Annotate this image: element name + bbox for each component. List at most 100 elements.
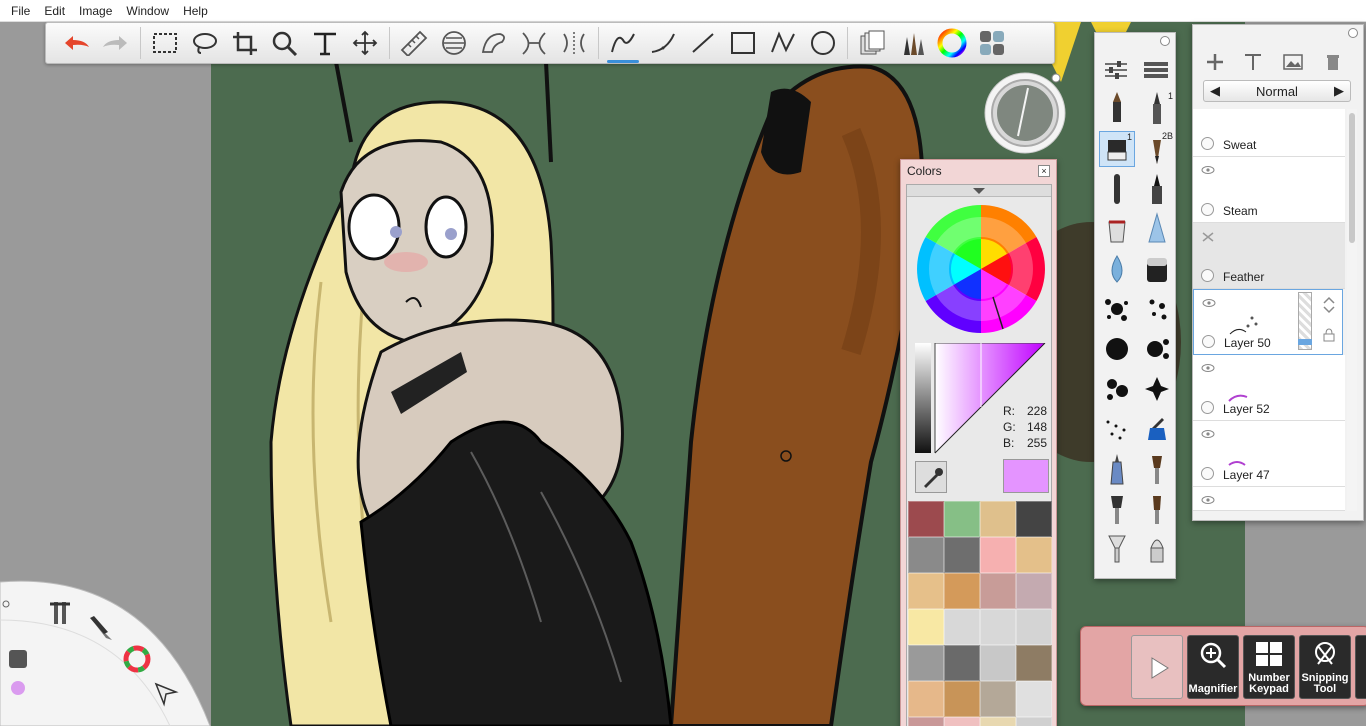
- menu-window[interactable]: Window: [119, 0, 176, 22]
- color-swatch[interactable]: [1016, 573, 1052, 609]
- color-swatch[interactable]: [908, 717, 944, 726]
- magnifier-button[interactable]: [265, 25, 305, 61]
- color-swatch[interactable]: [1016, 501, 1052, 537]
- brush-scatter[interactable]: [1099, 411, 1135, 447]
- color-swatch[interactable]: [980, 681, 1016, 717]
- color-swatch[interactable]: [1016, 717, 1052, 726]
- curve-button[interactable]: [643, 25, 683, 61]
- add-layer-button[interactable]: [1203, 51, 1227, 73]
- undo-button[interactable]: [56, 25, 96, 61]
- brush-fan[interactable]: [1099, 531, 1135, 567]
- brush-paint-bucket[interactable]: [1099, 211, 1135, 247]
- french-curve-button[interactable]: [474, 25, 514, 61]
- color-swatch[interactable]: [980, 501, 1016, 537]
- color-swatch[interactable]: [908, 609, 944, 645]
- delete-layer-button[interactable]: [1321, 51, 1345, 73]
- color-swatch[interactable]: [1016, 645, 1052, 681]
- text-button[interactable]: [305, 25, 345, 61]
- polyline-button[interactable]: [763, 25, 803, 61]
- add-text-layer-button[interactable]: [1241, 51, 1265, 73]
- rectangle-button[interactable]: [723, 25, 763, 61]
- color-swatch[interactable]: [944, 645, 980, 681]
- brush-settings-icon[interactable]: [1101, 57, 1131, 83]
- color-swatch[interactable]: [944, 501, 980, 537]
- opacity-handle[interactable]: [1298, 339, 1312, 345]
- layers-button[interactable]: [852, 25, 892, 61]
- freehand-button[interactable]: [603, 25, 643, 63]
- brush-eraser[interactable]: 1: [1099, 131, 1135, 167]
- color-swatch[interactable]: [1016, 537, 1052, 573]
- collapse-chevron-icon[interactable]: [907, 185, 1051, 197]
- eye-icon[interactable]: [1201, 495, 1215, 505]
- snipping-tool-button[interactable]: Snipping Tool: [1299, 635, 1351, 699]
- layer-select-radio[interactable]: [1201, 401, 1214, 414]
- layer-panel-close-icon[interactable]: [1348, 28, 1358, 38]
- layer-scrollbar-thumb[interactable]: [1349, 113, 1355, 243]
- color-wheel[interactable]: [915, 203, 1047, 335]
- blend-next-icon[interactable]: ▶: [1334, 83, 1344, 99]
- layer-select-radio[interactable]: [1202, 335, 1215, 348]
- color-swatch[interactable]: [1016, 681, 1052, 717]
- brush-marker[interactable]: [1139, 171, 1175, 207]
- brush-pencil[interactable]: [1099, 91, 1135, 127]
- brush-ink-pen[interactable]: 1: [1139, 91, 1175, 127]
- redo-button[interactable]: [96, 25, 136, 61]
- color-swatch[interactable]: [908, 501, 944, 537]
- close-icon[interactable]: ×: [1038, 165, 1050, 177]
- color-swatch[interactable]: [908, 537, 944, 573]
- hidden-eye-icon[interactable]: [1201, 231, 1215, 243]
- circle-button[interactable]: [803, 25, 843, 61]
- layer-row[interactable]: Feather: [1193, 223, 1345, 289]
- brush-airbrush[interactable]: [1099, 171, 1135, 207]
- brush-ink-bottle[interactable]: [1139, 411, 1175, 447]
- rect-select-button[interactable]: [145, 25, 185, 61]
- layer-row[interactable]: Sweat: [1193, 109, 1345, 157]
- lasso-button[interactable]: [185, 25, 225, 61]
- line-button[interactable]: [683, 25, 723, 61]
- brush-filbert[interactable]: [1139, 491, 1175, 527]
- color-swatch[interactable]: [908, 573, 944, 609]
- brush-splatter-1[interactable]: [1099, 291, 1135, 327]
- brush-splatter-5[interactable]: [1099, 371, 1135, 407]
- brush-sharpen[interactable]: [1139, 251, 1175, 287]
- brush-splatter-6[interactable]: [1139, 371, 1175, 407]
- color-swatch[interactable]: [944, 681, 980, 717]
- color-wheel-button[interactable]: [932, 25, 972, 61]
- blend-mode-selector[interactable]: ◀ Normal ▶: [1203, 80, 1351, 102]
- current-color-swatch[interactable]: [1003, 459, 1049, 493]
- lock-icon[interactable]: [1322, 328, 1336, 342]
- brush-blur[interactable]: [1099, 251, 1135, 287]
- layer-row[interactable]: Layer 52: [1193, 355, 1345, 421]
- eye-icon[interactable]: [1201, 429, 1215, 439]
- layer-select-radio[interactable]: [1201, 467, 1214, 480]
- brush-library-icon[interactable]: [1141, 57, 1171, 83]
- ellipse-guide-button[interactable]: [434, 25, 474, 61]
- layer-select-radio[interactable]: [1201, 203, 1214, 216]
- tray-play-button[interactable]: [1131, 635, 1183, 699]
- brush-detail[interactable]: [1139, 531, 1175, 567]
- color-swatch[interactable]: [1016, 609, 1052, 645]
- color-swatch[interactable]: [980, 609, 1016, 645]
- drawing-canvas[interactable]: [211, 22, 1245, 726]
- brush-round[interactable]: [1099, 491, 1135, 527]
- number-keypad-button[interactable]: Number Keypad: [1243, 635, 1295, 699]
- lagoon-select-icon[interactable]: [152, 680, 180, 708]
- colors-titlebar[interactable]: Colors ×: [901, 160, 1056, 182]
- blend-prev-icon[interactable]: ◀: [1210, 83, 1220, 99]
- color-swatch[interactable]: [944, 537, 980, 573]
- color-swatch[interactable]: [980, 717, 1016, 726]
- menu-help[interactable]: Help: [176, 0, 215, 22]
- menu-edit[interactable]: Edit: [37, 0, 72, 22]
- layer-row[interactable]: Steam: [1193, 157, 1345, 223]
- layer-row[interactable]: Layer 47: [1193, 421, 1345, 487]
- brush-puck[interactable]: [980, 68, 1070, 158]
- brush-splatter-3[interactable]: [1099, 331, 1135, 367]
- color-swatch[interactable]: [908, 645, 944, 681]
- symmetry-y-button[interactable]: [554, 25, 594, 61]
- color-swatch[interactable]: [944, 717, 980, 726]
- eyedropper-icon[interactable]: [915, 461, 947, 493]
- eye-icon[interactable]: [1201, 165, 1215, 175]
- crop-button[interactable]: [225, 25, 265, 61]
- brush-palette-close-icon[interactable]: [1160, 36, 1170, 46]
- palette-grid-button[interactable]: [972, 25, 1012, 61]
